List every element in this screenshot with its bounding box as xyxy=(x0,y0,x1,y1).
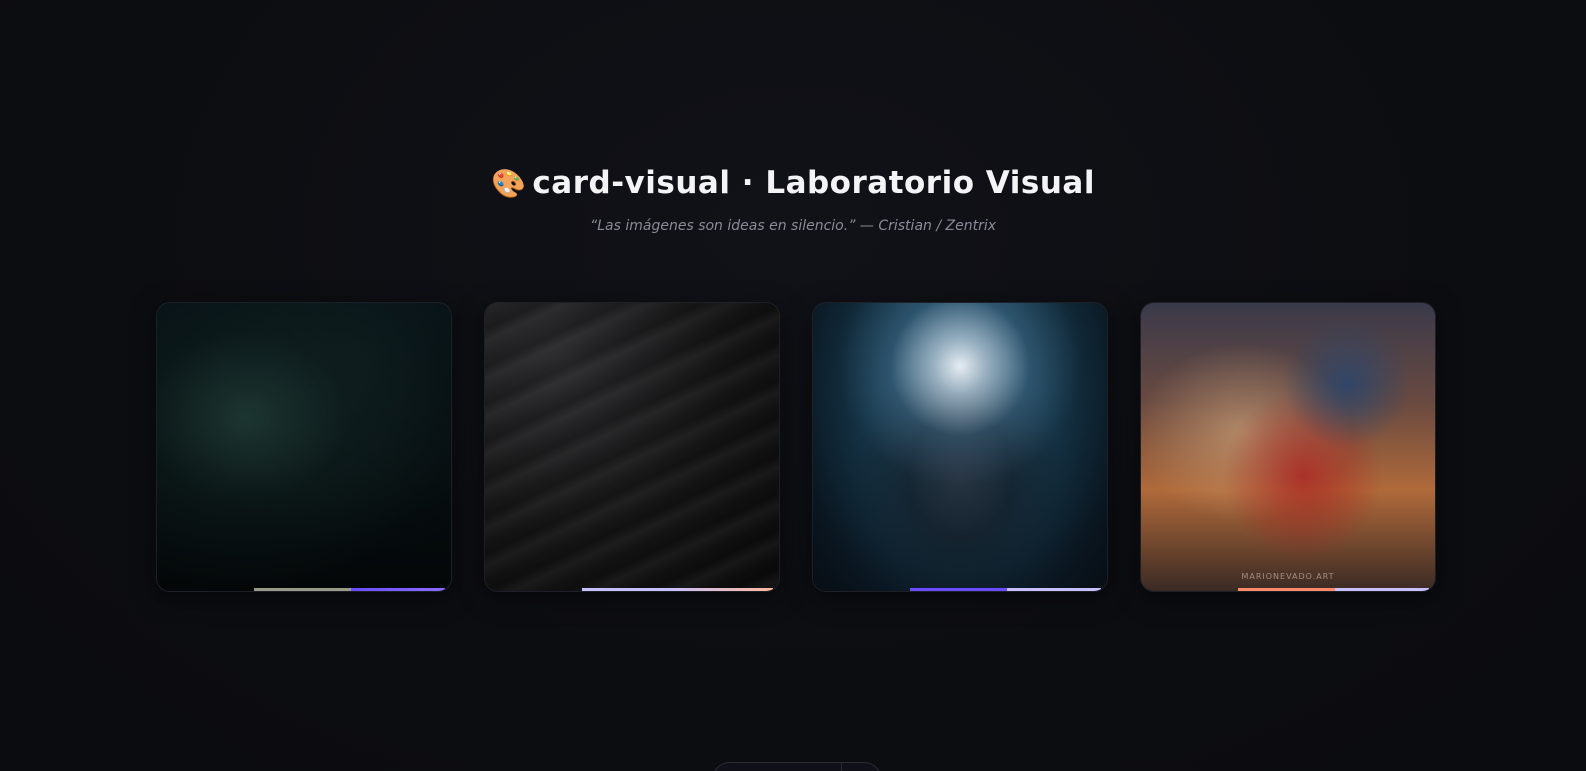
card-accent-bar xyxy=(1335,588,1429,591)
card-image xyxy=(1141,303,1435,591)
page-title-text: card-visual · Laboratorio Visual xyxy=(532,165,1095,201)
page-subtitle-quote: “Las imágenes son ideas en silencio.” — … xyxy=(589,218,997,234)
card-accent-bar xyxy=(1238,588,1335,591)
card-accent-bar xyxy=(254,588,351,591)
image-watermark: MARIONEVADO.ART xyxy=(1241,572,1335,581)
card-image xyxy=(485,303,779,591)
card-accent-bar xyxy=(582,588,773,591)
pill-divider xyxy=(841,763,842,771)
visual-card-surreal-portrait[interactable]: MARIONEVADO.ART xyxy=(1140,302,1436,592)
card-accent-bar xyxy=(1007,588,1101,591)
visual-card-cloud-man[interactable] xyxy=(812,302,1108,592)
palette-icon: 🎨 xyxy=(491,167,527,200)
card-accent-bar xyxy=(910,588,1007,591)
page-title: 🎨 card-visual · Laboratorio Visual xyxy=(0,165,1586,201)
card-image xyxy=(813,303,1107,591)
card-image xyxy=(157,303,451,591)
visual-card-fern[interactable] xyxy=(156,302,452,592)
page: 🎨 card-visual · Laboratorio Visual “Las i… xyxy=(0,0,1586,771)
card-accent-bar xyxy=(351,588,445,591)
visual-card-sand[interactable] xyxy=(484,302,780,592)
bottom-control-pill[interactable] xyxy=(712,762,882,771)
